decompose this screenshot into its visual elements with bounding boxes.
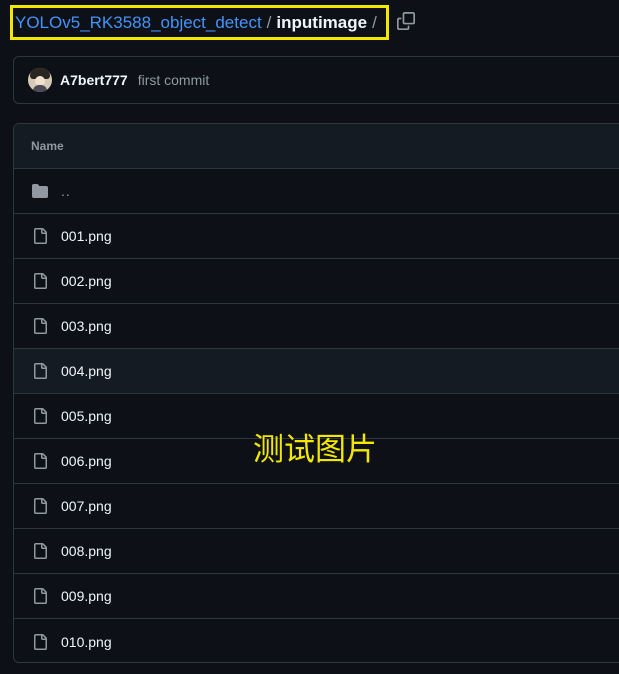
overlay-annotation: 测试图片 <box>253 432 377 468</box>
file-link[interactable]: 008.png <box>61 543 112 559</box>
folder-icon <box>31 182 49 200</box>
file-icon <box>31 362 49 380</box>
file-link[interactable]: 005.png <box>61 408 112 424</box>
file-link[interactable]: 010.png <box>61 634 112 650</box>
breadcrumb-current-dir: inputimage <box>276 12 368 32</box>
parent-directory-row[interactable]: .. <box>14 169 619 214</box>
file-icon <box>31 497 49 515</box>
file-icon <box>31 587 49 605</box>
breadcrumb-bar: YOLOv5_RK3588_object_detect / inputimage… <box>0 0 619 44</box>
file-row[interactable]: 009.png <box>14 574 619 619</box>
commit-author-link[interactable]: A7bert777 <box>60 72 128 88</box>
file-icon <box>31 542 49 560</box>
copy-path-button[interactable] <box>395 10 417 32</box>
table-header-name: Name <box>14 124 619 169</box>
file-row[interactable]: 008.png <box>14 529 619 574</box>
breadcrumb: YOLOv5_RK3588_object_detect / inputimage… <box>10 5 389 40</box>
parent-directory-link[interactable]: .. <box>61 183 71 199</box>
file-row[interactable]: 004.png <box>14 349 619 394</box>
file-icon <box>31 452 49 470</box>
file-icon <box>31 272 49 290</box>
file-icon <box>31 317 49 335</box>
file-row[interactable]: 010.png <box>14 619 619 662</box>
commit-message-link[interactable]: first commit <box>138 72 210 88</box>
breadcrumb-trailing-separator: / <box>372 12 377 32</box>
file-table: Name .. 001.png 002.png 003.png 004.png 005.… <box>13 123 619 663</box>
file-link[interactable]: 007.png <box>61 498 112 514</box>
file-link[interactable]: 002.png <box>61 273 112 289</box>
file-link[interactable]: 003.png <box>61 318 112 334</box>
breadcrumb-repo-link[interactable]: YOLOv5_RK3588_object_detect <box>15 13 262 33</box>
file-row[interactable]: 002.png <box>14 259 619 304</box>
file-link[interactable]: 006.png <box>61 453 112 469</box>
latest-commit-box: A7bert777 first commit <box>13 56 619 104</box>
file-link[interactable]: 001.png <box>61 228 112 244</box>
file-row[interactable]: 007.png <box>14 484 619 529</box>
file-link[interactable]: 004.png <box>61 363 112 379</box>
file-icon <box>31 227 49 245</box>
file-icon <box>31 407 49 425</box>
copy-icon <box>397 12 415 30</box>
file-link[interactable]: 009.png <box>61 588 112 604</box>
file-icon <box>31 633 49 651</box>
file-row[interactable]: 003.png <box>14 304 619 349</box>
file-row[interactable]: 001.png <box>14 214 619 259</box>
breadcrumb-separator: / <box>266 12 272 32</box>
avatar[interactable] <box>28 68 52 92</box>
